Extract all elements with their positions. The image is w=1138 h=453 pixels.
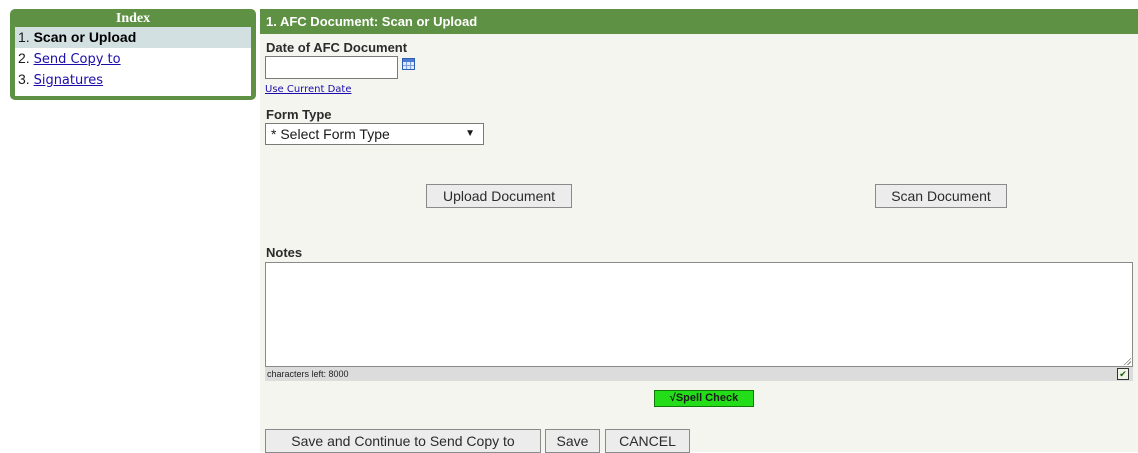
index-item-label: Scan or Upload (33, 29, 137, 45)
form-type-select[interactable]: * Select Form Type ▼ (265, 123, 484, 145)
form-type-label: Form Type (266, 107, 332, 122)
index-item-send-copy-to: 2. Send Copy to (15, 48, 251, 69)
notes-textarea[interactable] (265, 262, 1133, 367)
save-and-continue-button[interactable]: Save and Continue to Send Copy to (265, 429, 541, 453)
index-panel: Index 1. Scan or Upload 2. Send Copy to … (10, 9, 256, 100)
scan-document-button[interactable]: Scan Document (875, 184, 1007, 208)
index-title: Index (115, 11, 151, 26)
spell-check-button[interactable]: √Spell Check (654, 390, 754, 407)
date-label: Date of AFC Document (266, 40, 408, 55)
form-type-selected: * Select Form Type (271, 126, 390, 142)
index-item-signatures: 3. Signatures (15, 69, 251, 90)
characters-left-text: characters left: 8000 (267, 369, 349, 379)
main-panel: 1. AFC Document: Scan or Upload Date of … (260, 9, 1138, 453)
use-current-date-link[interactable]: Use Current Date (265, 84, 352, 95)
section-header: 1. AFC Document: Scan or Upload (260, 9, 1138, 34)
index-link-send-copy-to[interactable]: Send Copy to (34, 52, 121, 67)
date-input[interactable] (265, 56, 398, 79)
index-item-number: 2. (18, 50, 30, 66)
notes-label: Notes (266, 245, 303, 260)
index-item-number: 3. (18, 71, 30, 87)
spell-check-toggle-icon[interactable]: ✔ (1117, 368, 1129, 380)
index-link-signatures[interactable]: Signatures (34, 73, 104, 88)
index-list: 1. Scan or Upload 2. Send Copy to 3. Sig… (15, 27, 251, 96)
calendar-icon[interactable] (402, 58, 415, 70)
resize-grip-icon[interactable] (1123, 357, 1131, 365)
characters-left-bar: characters left: 8000 (265, 367, 1133, 381)
save-button[interactable]: Save (545, 429, 600, 453)
upload-document-button[interactable]: Upload Document (426, 184, 572, 208)
index-item-number: 1. (18, 29, 30, 45)
index-item-scan-or-upload[interactable]: 1. Scan or Upload (15, 27, 251, 48)
cancel-button[interactable]: CANCEL (605, 429, 690, 453)
dropdown-arrow-icon: ▼ (465, 128, 475, 139)
